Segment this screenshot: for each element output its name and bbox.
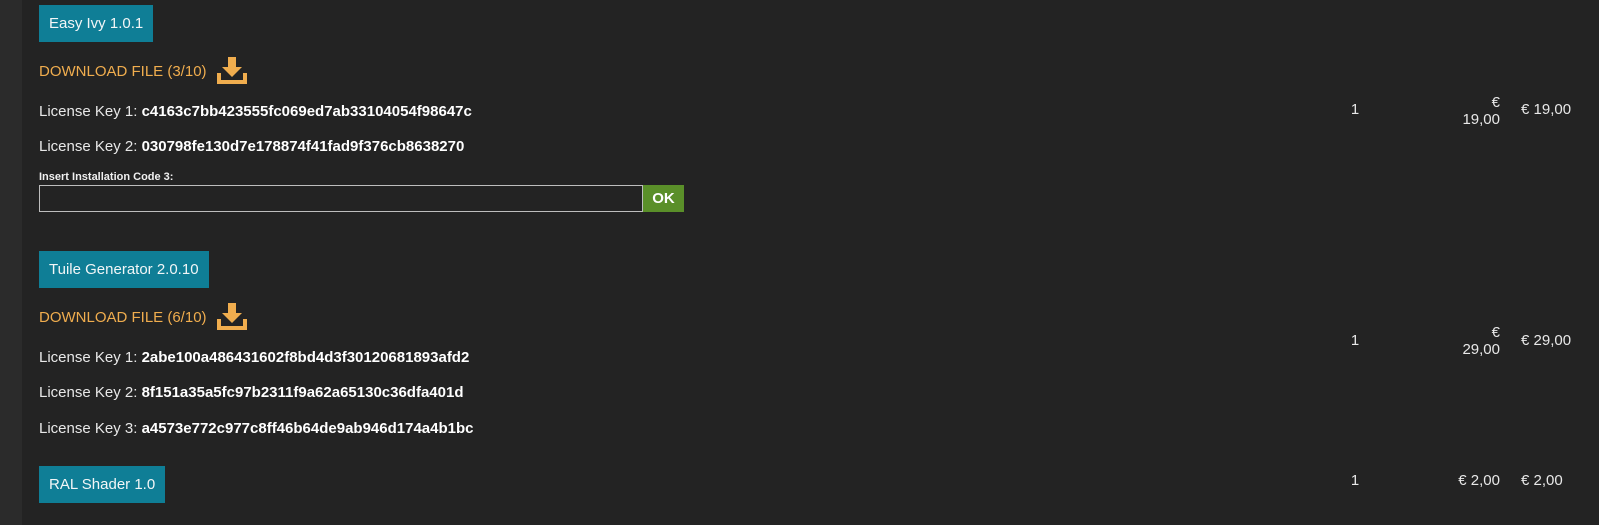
license-key-1: License Key 1: c4163c7bb423555fc069ed7ab… [39,103,472,120]
line-total: € 2,00 [1521,472,1563,489]
download-link-tuile-generator[interactable]: DOWNLOAD FILE (6/10) [39,300,249,334]
license-key-value: 030798fe130d7e178874f41fad9f376cb8638270 [141,138,465,155]
left-gutter [0,0,22,525]
download-label: DOWNLOAD FILE (3/10) [39,62,207,80]
license-label: License Key 1: [39,103,142,120]
license-key-value: 2abe100a486431602f8bd4d3f30120681893afd2 [141,349,470,366]
installation-code-label: Insert Installation Code 3: [39,171,174,183]
price-currency: € [1491,324,1500,341]
unit-price: € 29,00 [1462,324,1500,358]
product-button-easy-ivy[interactable]: Easy Ivy 1.0.1 [39,5,154,42]
line-total: € 19,00 [1521,101,1572,118]
quantity: 1 [1350,101,1360,118]
download-label: DOWNLOAD FILE (6/10) [39,308,207,326]
quantity: 1 [1350,332,1360,349]
line-total: € 29,00 [1521,332,1572,349]
unit-price: € 19,00 [1462,94,1500,128]
license-label: License Key 1: [39,349,142,366]
installation-code-input[interactable] [39,185,643,212]
license-key-2: License Key 2: 8f151a35a5fc97b2311f9a62a… [39,384,464,401]
price-amount: 19,00 [1462,111,1500,128]
download-icon [216,303,247,330]
license-label: License Key 2: [39,384,142,401]
unit-price: € 2,00 [1458,472,1500,489]
price-amount: 29,00 [1462,341,1500,358]
license-key-2: License Key 2: 030798fe130d7e178874f41fa… [39,138,464,155]
product-button-tuile-generator[interactable]: Tuile Generator 2.0.10 [39,251,209,288]
price-currency: € [1491,94,1500,111]
quantity: 1 [1350,472,1360,489]
download-link-easy-ivy[interactable]: DOWNLOAD FILE (3/10) [39,54,249,88]
license-label: License Key 2: [39,138,142,155]
product-button-ral-shader[interactable]: RAL Shader 1.0 [39,466,166,503]
license-key-value: a4573e772c977c8ff46b64de9ab946d174a4b1bc [141,420,474,437]
license-key-1: License Key 1: 2abe100a486431602f8bd4d3f… [39,349,469,366]
license-key-3: License Key 3: a4573e772c977c8ff46b64de9… [39,420,473,437]
license-key-value: c4163c7bb423555fc069ed7ab33104054f98647c [141,103,472,120]
ok-button[interactable]: OK [643,185,684,212]
license-label: License Key 3: [39,420,142,437]
download-icon [216,57,247,84]
license-key-value: 8f151a35a5fc97b2311f9a62a65130c36dfa401d [141,384,464,401]
